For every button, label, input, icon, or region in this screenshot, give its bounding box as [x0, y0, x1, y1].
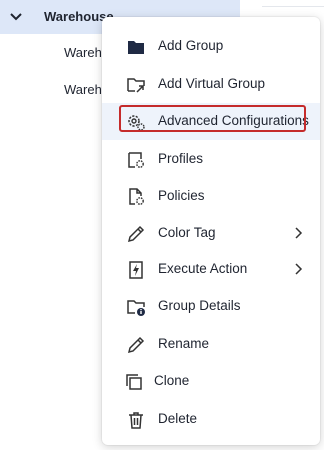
document-gear-icon — [126, 187, 146, 207]
menu-item-label: Add Virtual Group — [158, 76, 266, 91]
chevron-right-icon — [295, 263, 303, 275]
menu-item-label: Group Details — [158, 298, 241, 313]
clone-icon — [124, 372, 144, 392]
menu-item-label: Clone — [154, 373, 190, 388]
panel-divider — [262, 6, 324, 7]
menu-item-advanced-configurations[interactable]: Advanced Configurations — [102, 103, 320, 140]
menu-item-execute-action[interactable]: Execute Action — [102, 251, 320, 288]
menu-item-add-group[interactable]: Add Group — [102, 28, 320, 65]
menu-item-label: Color Tag — [158, 225, 216, 240]
profile-gear-icon — [126, 150, 146, 170]
menu-item-label: Execute Action — [158, 261, 248, 276]
menu-item-profiles[interactable]: Profiles — [102, 141, 320, 178]
menu-item-label: Delete — [158, 411, 198, 426]
menu-item-delete[interactable]: Delete — [102, 401, 320, 438]
gears-icon — [126, 112, 146, 132]
menu-item-add-virtual-group[interactable]: Add Virtual Group — [102, 66, 320, 103]
context-menu: Add Group Add Virtual Group Advanced Con… — [102, 17, 320, 445]
folder-arrow-icon — [126, 75, 146, 95]
chevron-down-icon[interactable] — [8, 9, 24, 25]
menu-item-label: Add Group — [158, 38, 224, 53]
menu-item-color-tag[interactable]: Color Tag — [102, 215, 320, 252]
menu-item-label: Rename — [158, 336, 210, 351]
menu-item-clone[interactable]: Clone — [102, 363, 320, 400]
menu-item-label: Profiles — [158, 151, 204, 166]
menu-item-rename[interactable]: Rename — [102, 326, 320, 363]
trash-icon — [126, 410, 146, 430]
chevron-right-icon — [295, 227, 303, 239]
menu-item-label: Advanced Configurations — [158, 113, 309, 128]
menu-item-label: Policies — [158, 188, 205, 203]
folder-info-icon — [126, 297, 146, 317]
folder-icon — [126, 37, 146, 57]
pencil-icon — [126, 335, 146, 355]
menu-item-group-details[interactable]: Group Details — [102, 288, 320, 325]
menu-item-policies[interactable]: Policies — [102, 178, 320, 215]
lightning-icon — [126, 260, 146, 280]
pencil-icon — [126, 224, 146, 244]
